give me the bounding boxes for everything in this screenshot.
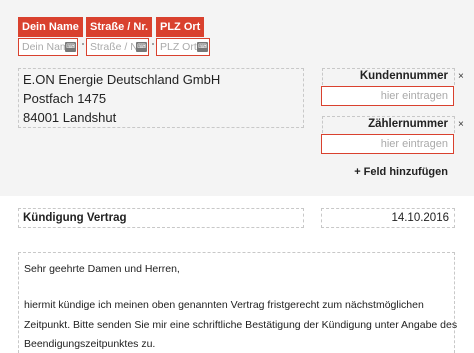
- recipient-line-3: 84001 Landshut: [23, 110, 117, 125]
- letter-body-line: hiermit kündige ich meinen oben genannte…: [24, 299, 424, 311]
- meter-number-input[interactable]: hier eintragen: [321, 134, 454, 154]
- sender-name-group: Dein Name Dein Name ⌨: [18, 17, 83, 56]
- customer-number-label: Kundennummer: [359, 70, 448, 82]
- sender-street-group: Straße / Nr. Straße / Nr. ⌨: [86, 17, 153, 56]
- sender-city-placeholder: PLZ Ort: [160, 41, 197, 53]
- separator-dot: [82, 43, 84, 45]
- sender-street-label: Straße / Nr.: [86, 17, 153, 37]
- subject-field[interactable]: Kündigung Vertrag: [18, 208, 304, 228]
- letter-greeting: Sehr geehrte Damen und Herren,: [24, 263, 180, 275]
- date-field[interactable]: 14.10.2016: [321, 208, 455, 228]
- sender-street-input[interactable]: Straße / Nr. ⌨: [86, 38, 149, 56]
- keyboard-icon[interactable]: ⌨: [65, 42, 76, 52]
- add-field-button[interactable]: + Feld hinzufügen: [354, 166, 448, 178]
- keyboard-icon[interactable]: ⌨: [197, 42, 208, 52]
- keyboard-icon[interactable]: ⌨: [136, 42, 147, 52]
- remove-meter-number-icon[interactable]: ×: [458, 120, 464, 130]
- separator-dot: [152, 43, 154, 45]
- sender-city-group: PLZ Ort PLZ Ort ⌨: [156, 17, 210, 56]
- recipient-line-1: E.ON Energie Deutschland GmbH: [23, 72, 221, 87]
- sender-name-input[interactable]: Dein Name ⌨: [18, 38, 78, 56]
- letter-body-line: Beendigungszeitpunktes zu.: [24, 338, 156, 350]
- meter-number-label: Zählernummer: [368, 118, 448, 130]
- remove-customer-number-icon[interactable]: ×: [458, 72, 464, 82]
- sender-city-label: PLZ Ort: [156, 17, 205, 37]
- sender-city-input[interactable]: PLZ Ort ⌨: [156, 38, 210, 56]
- sender-name-label: Dein Name: [18, 17, 83, 37]
- letter-body[interactable]: Sehr geehrte Damen und Herren, hiermit k…: [18, 252, 458, 353]
- recipient-address[interactable]: E.ON Energie Deutschland GmbH Postfach 1…: [18, 68, 304, 128]
- letter-body-line: Zeitpunkt. Bitte senden Sie mir eine sch…: [24, 319, 458, 331]
- recipient-line-2: Postfach 1475: [23, 91, 107, 106]
- customer-number-input[interactable]: hier eintragen: [321, 86, 454, 106]
